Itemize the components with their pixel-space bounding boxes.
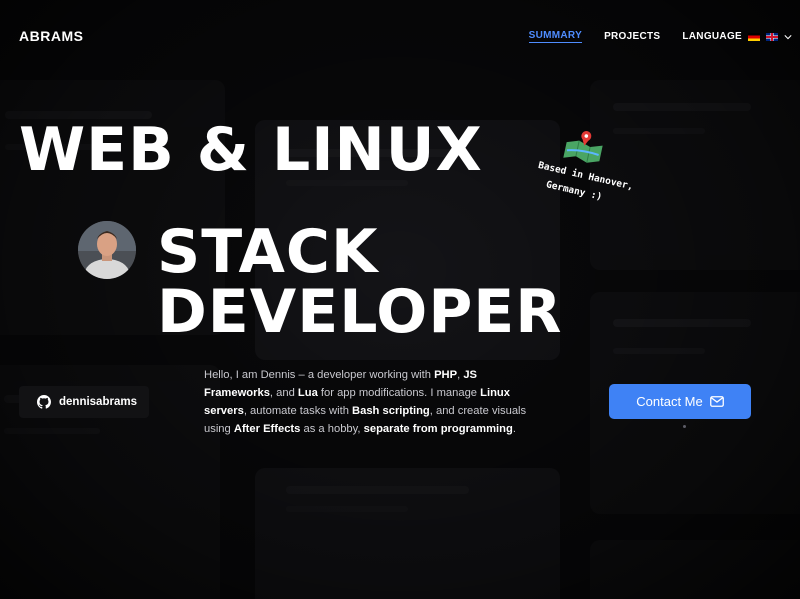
scroll-indicator [683,425,686,428]
intro-text: , automate tasks with [243,405,353,417]
avatar [78,221,136,279]
background-card [255,468,560,599]
top-navigation: ABRAMS SUMMARY PROJECTS LANGUAGE [0,0,800,70]
contact-me-button[interactable]: Contact Me [609,384,751,419]
github-icon [37,395,51,409]
intro-highlight: Lua [297,387,318,399]
intro-text: , and [269,387,298,399]
intro-text: for app modifications. I manage [317,387,481,399]
intro-highlight: PHP [434,369,458,381]
intro-text: as a hobby, [300,423,364,435]
language-selector[interactable]: LANGUAGE [682,31,792,42]
mail-icon [709,396,724,407]
nav-summary[interactable]: SUMMARY [528,30,583,43]
intro-paragraph: Hello, I am Dennis – a developer working… [204,366,544,438]
intro-text: . [512,423,516,435]
chevron-down-icon [784,34,792,39]
brand-logo[interactable]: ABRAMS [19,28,83,44]
language-label: LANGUAGE [682,31,742,42]
intro-highlight: separate from programming [363,423,513,435]
flag-germany-icon[interactable] [748,32,760,41]
flag-uk-icon[interactable] [766,32,778,41]
intro-highlight: Bash scripting [352,405,430,417]
intro-text: Hello, I am Dennis – a developer working… [204,369,435,381]
contact-me-label: Contact Me [636,394,703,409]
nav-projects[interactable]: PROJECTS [604,31,660,42]
intro-highlight: After Effects [233,423,301,435]
github-username: dennisabrams [59,396,137,408]
background-card [590,540,800,599]
headline-line-1: WEB & LINUX [19,115,483,185]
github-profile-link[interactable]: dennisabrams [19,386,149,418]
main-nav: SUMMARY PROJECTS LANGUAGE [507,30,792,43]
headline-line-2: STACK DEVELOPER [157,217,563,347]
